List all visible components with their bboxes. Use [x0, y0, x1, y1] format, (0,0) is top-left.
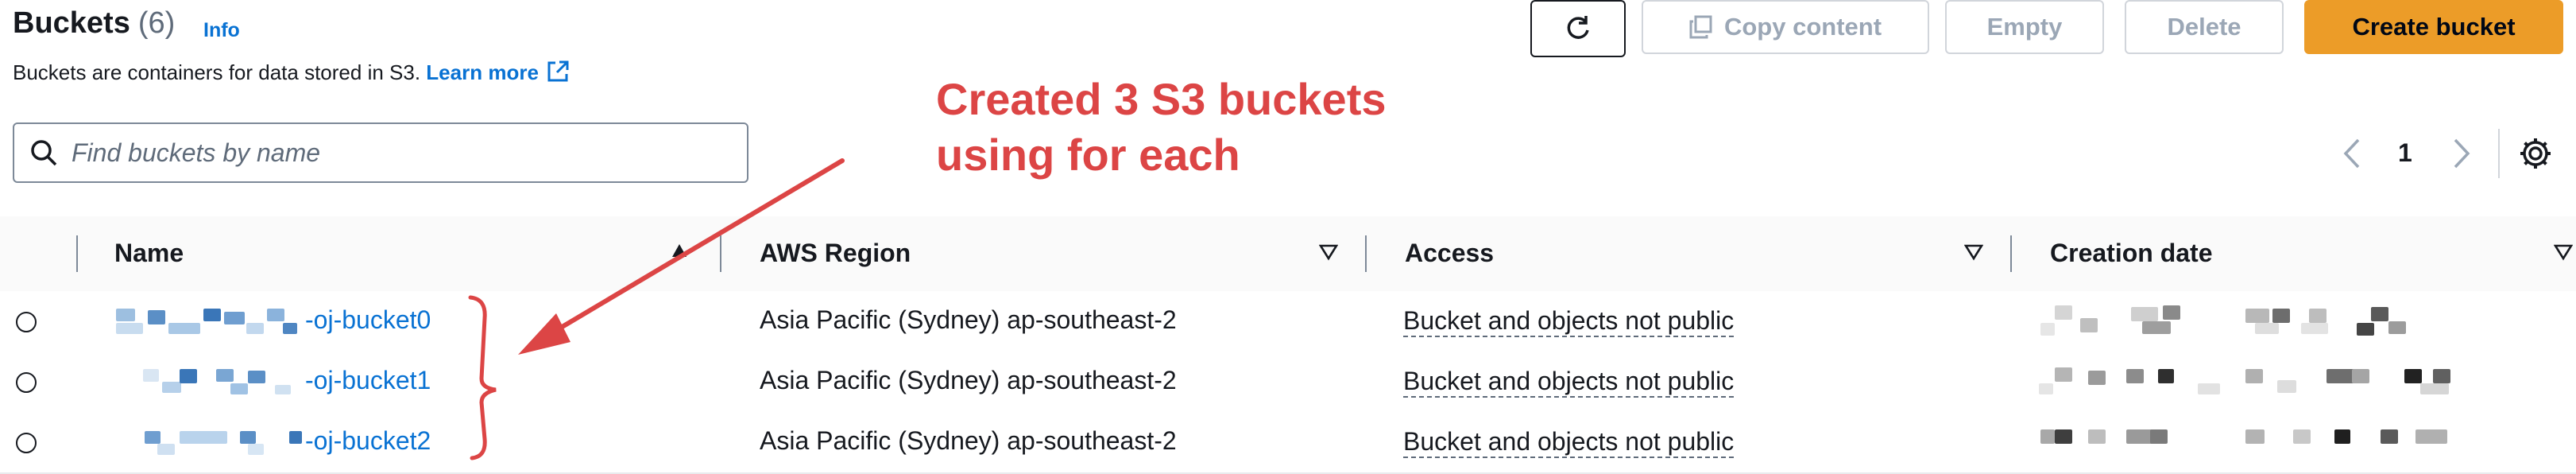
row-select-radio[interactable]	[16, 372, 37, 393]
bucket-access[interactable]: Bucket and objects not public	[1403, 366, 1735, 398]
filter-icon[interactable]	[2554, 243, 2573, 261]
column-header-region[interactable]: AWS Region	[760, 239, 911, 268]
bucket-region: Asia Pacific (Sydney) ap-southeast-2	[760, 366, 1177, 394]
pagination-divider	[2498, 129, 2500, 178]
bucket-count: (6)	[137, 6, 176, 40]
page-description: Buckets are containers for data stored i…	[13, 59, 571, 85]
bucket-name-link[interactable]: -oj-bucket1	[305, 366, 431, 395]
bucket-access[interactable]: Bucket and objects not public	[1403, 305, 1735, 337]
bucket-name-link[interactable]: -oj-bucket2	[305, 426, 431, 456]
filter-icon[interactable]	[1319, 243, 1338, 261]
external-link-icon	[547, 60, 569, 82]
search-icon	[31, 140, 57, 166]
redacted-creation-date	[2039, 302, 2500, 339]
redacted-name-prefix	[116, 305, 304, 337]
annotation-text: Created 3 S3 buckets using for each	[936, 72, 1386, 183]
annotation-line-2: using for each	[936, 130, 1240, 180]
row-select-radio[interactable]	[16, 312, 37, 332]
current-page-number[interactable]: 1	[2398, 138, 2412, 168]
redacted-name-prefix	[116, 426, 304, 458]
column-header-creation-date[interactable]: Creation date	[2050, 239, 2212, 268]
preferences-button[interactable]	[2517, 135, 2554, 176]
redacted-name-prefix	[116, 366, 304, 398]
empty-button[interactable]: Empty	[1945, 0, 2104, 54]
copy-icon	[1689, 15, 1712, 39]
bucket-name-link[interactable]: -oj-bucket0	[305, 305, 431, 335]
learn-more-link[interactable]: Learn more	[426, 60, 571, 84]
filter-icon[interactable]	[1964, 243, 1983, 261]
search-box[interactable]	[13, 122, 748, 183]
refresh-icon	[1567, 16, 1589, 39]
annotation-line-1: Created 3 S3 buckets	[936, 74, 1387, 124]
create-bucket-button[interactable]: Create bucket	[2304, 0, 2563, 54]
sort-up-icon[interactable]	[671, 242, 688, 259]
delete-button[interactable]: Delete	[2125, 0, 2284, 54]
bucket-access[interactable]: Bucket and objects not public	[1403, 426, 1735, 458]
column-divider	[76, 235, 78, 272]
search-input[interactable]	[70, 137, 725, 169]
refresh-button[interactable]	[1530, 0, 1626, 57]
previous-page-button[interactable]	[2341, 137, 2365, 174]
column-divider[interactable]	[1365, 235, 1367, 272]
next-page-button[interactable]	[2449, 137, 2473, 174]
redacted-creation-date	[2039, 423, 2500, 460]
bucket-region: Asia Pacific (Sydney) ap-southeast-2	[760, 426, 1177, 455]
info-link[interactable]: Info	[203, 19, 240, 42]
page-title-text: Buckets	[13, 6, 130, 40]
gear-icon	[2520, 138, 2551, 169]
redacted-creation-date	[2039, 363, 2500, 399]
chevron-right-icon	[2454, 138, 2470, 169]
description-text: Buckets are containers for data stored i…	[13, 60, 421, 84]
row-select-radio[interactable]	[16, 433, 37, 453]
learn-more-label: Learn more	[426, 60, 539, 84]
copy-content-label: Copy content	[1723, 13, 1882, 41]
column-divider[interactable]	[720, 235, 721, 272]
bucket-region: Asia Pacific (Sydney) ap-southeast-2	[760, 305, 1177, 334]
copy-content-button[interactable]: Copy content	[1642, 0, 1929, 54]
column-header-name[interactable]: Name	[114, 239, 184, 268]
column-header-access[interactable]: Access	[1405, 239, 1494, 268]
page-title: Buckets (6)	[13, 6, 175, 41]
chevron-left-icon	[2343, 138, 2360, 169]
column-divider[interactable]	[2010, 235, 2012, 272]
